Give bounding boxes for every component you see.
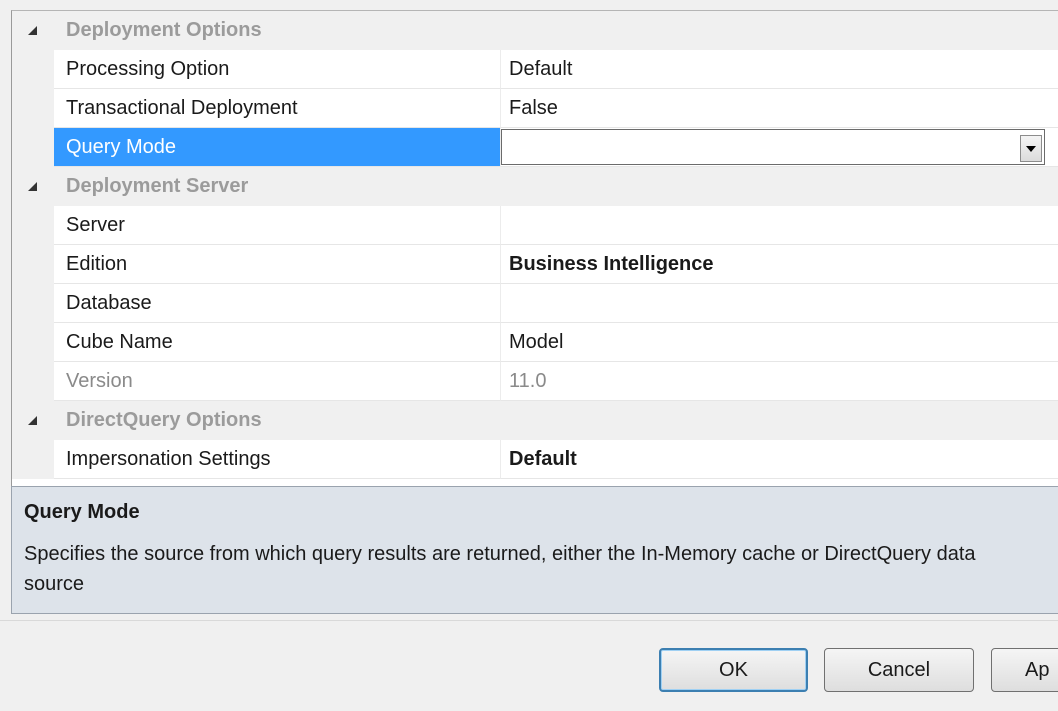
- row-gutter: [12, 362, 54, 401]
- property-name[interactable]: Transactional Deployment: [54, 89, 501, 128]
- row-gutter: [12, 89, 54, 128]
- row-gutter: [12, 440, 54, 479]
- cancel-button[interactable]: Cancel: [824, 648, 974, 692]
- divider: [0, 620, 1058, 621]
- dialog-top-strip: [0, 0, 1058, 8]
- row-gutter: [12, 323, 54, 362]
- category-deployment-server[interactable]: Deployment Server: [12, 167, 1058, 206]
- property-row-processing-option[interactable]: Processing Option Default: [12, 50, 1058, 89]
- property-name[interactable]: Edition: [54, 245, 501, 284]
- property-name[interactable]: Processing Option: [54, 50, 501, 89]
- property-row-version[interactable]: Version 11.0: [12, 362, 1058, 401]
- property-row-transactional-deployment[interactable]: Transactional Deployment False: [12, 89, 1058, 128]
- category-deployment-options[interactable]: Deployment Options: [12, 11, 1058, 50]
- apply-button[interactable]: Ap: [991, 648, 1058, 692]
- property-value[interactable]: Model: [501, 323, 1058, 362]
- property-name[interactable]: Database: [54, 284, 501, 323]
- description-panel: Query Mode Specifies the source from whi…: [11, 486, 1058, 614]
- property-value[interactable]: Default: [501, 50, 1058, 89]
- category-label: Deployment Options: [54, 11, 1058, 50]
- property-name[interactable]: Version: [54, 362, 501, 401]
- category-gutter: [12, 401, 54, 440]
- row-gutter: [12, 206, 54, 245]
- property-value[interactable]: False: [501, 89, 1058, 128]
- ok-button[interactable]: OK: [659, 648, 808, 692]
- property-name[interactable]: Cube Name: [54, 323, 501, 362]
- property-row-cube-name[interactable]: Cube Name Model: [12, 323, 1058, 362]
- property-value[interactable]: Default: [501, 440, 1058, 479]
- category-label: DirectQuery Options: [54, 401, 1058, 440]
- category-gutter: [12, 167, 54, 206]
- property-value-editor: [501, 128, 1058, 167]
- property-row-impersonation-settings[interactable]: Impersonation Settings Default: [12, 440, 1058, 479]
- property-row-query-mode[interactable]: Query Mode: [12, 128, 1058, 167]
- dropdown-arrow-icon[interactable]: [1020, 135, 1042, 162]
- description-title: Query Mode: [24, 501, 140, 523]
- property-row-database[interactable]: Database: [12, 284, 1058, 323]
- description-text: Specifies the source from which query re…: [24, 543, 976, 595]
- property-value[interactable]: [501, 284, 1058, 323]
- property-value-readonly: 11.0: [501, 362, 1058, 401]
- property-row-edition[interactable]: Edition Business Intelligence: [12, 245, 1058, 284]
- category-gutter: [12, 11, 54, 50]
- collapse-triangle-icon[interactable]: [28, 416, 37, 425]
- category-label: Deployment Server: [54, 167, 1058, 206]
- query-mode-dropdown[interactable]: [501, 129, 1045, 165]
- category-directquery-options[interactable]: DirectQuery Options: [12, 401, 1058, 440]
- property-value[interactable]: [501, 206, 1058, 245]
- collapse-triangle-icon[interactable]: [28, 182, 37, 191]
- property-name[interactable]: Impersonation Settings: [54, 440, 501, 479]
- property-name[interactable]: Server: [54, 206, 501, 245]
- property-grid: Deployment Options Processing Option Def…: [11, 10, 1058, 487]
- collapse-triangle-icon[interactable]: [28, 26, 37, 35]
- property-row-server[interactable]: Server: [12, 206, 1058, 245]
- row-gutter: [12, 128, 54, 167]
- row-gutter: [12, 50, 54, 89]
- property-value[interactable]: Business Intelligence: [501, 245, 1058, 284]
- row-gutter: [12, 284, 54, 323]
- property-name-selected[interactable]: Query Mode: [54, 128, 501, 167]
- row-gutter: [12, 245, 54, 284]
